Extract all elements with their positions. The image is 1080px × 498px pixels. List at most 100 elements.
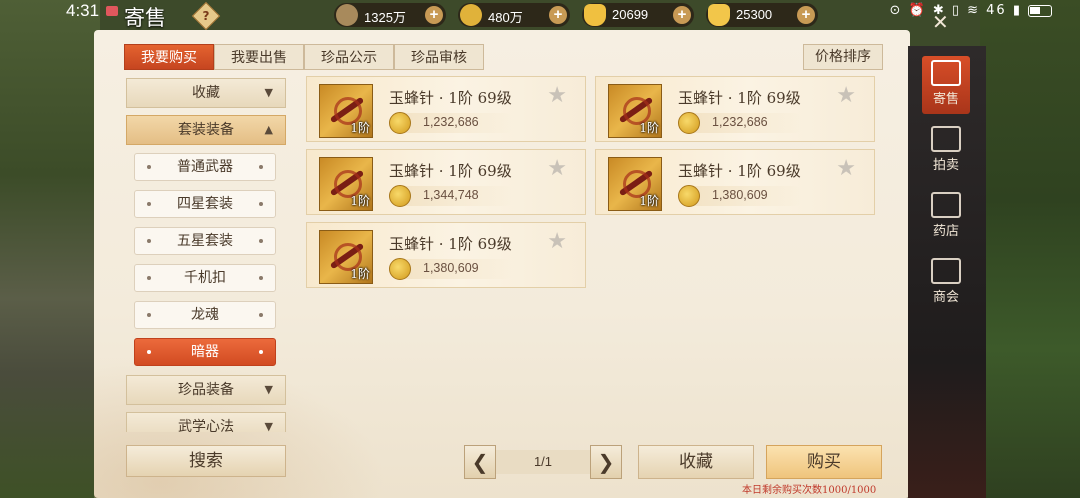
add-currency-button[interactable]: + [425, 6, 443, 24]
status-icons: ⊙ ⏰ ✱ ▯ ≋ 46 ▮ [889, 3, 1022, 18]
subcategory-qianji-buckle[interactable]: 千机扣 [134, 264, 276, 292]
category-sidebar: 收藏 ▼ 套装装备 ▲ 普通武器 四星套装 五星套装 千机扣 龙魂 暗器 珍品装… [124, 76, 286, 432]
tab-buy[interactable]: 我要购买 [124, 44, 214, 70]
category-set-equipment[interactable]: 套装装备 ▲ [126, 115, 286, 145]
category-martial-arts[interactable]: 武学心法 ▼ [126, 412, 286, 432]
add-currency-button[interactable]: + [549, 6, 567, 24]
gold-coin-icon [389, 258, 411, 280]
add-currency-button[interactable]: + [673, 6, 691, 24]
item-tier: 1阶 [350, 267, 370, 281]
item-card[interactable]: 1阶 玉蜂针 · 1阶 69级 1,380,609 ★ [306, 222, 586, 288]
nav-consignment[interactable]: 寄售 [922, 56, 970, 114]
item-price: 1,232,686 [678, 112, 804, 134]
currency-value: 20699 [612, 7, 649, 22]
item-price-value: 1,344,748 [423, 188, 479, 202]
item-thumbnail: 1阶 [319, 84, 373, 138]
currency-ingot-bound: 25300 + [706, 3, 818, 27]
page-indicator: 1/1 [496, 450, 590, 474]
chevron-up-icon: ▲ [264, 123, 273, 136]
status-time: 4:31 [66, 1, 100, 20]
item-name: 玉蜂针 · 1阶 69级 [389, 89, 512, 107]
item-card[interactable]: 1阶 玉蜂针 · 1阶 69级 1,232,686 ★ [595, 76, 875, 142]
item-card[interactable]: 1阶 玉蜂针 · 1阶 69级 1,380,609 ★ [595, 149, 875, 215]
item-thumbnail: 1阶 [608, 157, 662, 211]
currency-silver: 1325万 + [334, 3, 446, 27]
item-price: 1,380,609 [389, 258, 515, 280]
tab-sell[interactable]: 我要出售 [214, 44, 304, 70]
item-price-value: 1,232,686 [712, 115, 768, 129]
item-thumbnail: 1阶 [608, 84, 662, 138]
search-button[interactable]: 搜索 [126, 445, 286, 477]
subcategory-label: 四星套装 [177, 196, 233, 212]
item-price-value: 1,380,609 [712, 188, 768, 202]
currency-ingot: 20699 + [582, 3, 694, 27]
tab-treasure-review[interactable]: 珍品审核 [394, 44, 484, 70]
item-name: 玉蜂针 · 1阶 69级 [678, 89, 801, 107]
favorite-button[interactable]: 收藏 [638, 445, 754, 479]
item-tier: 1阶 [639, 194, 659, 208]
category-label: 珍品装备 [178, 382, 234, 398]
item-tier: 1阶 [350, 121, 370, 135]
tab-treasure-public[interactable]: 珍品公示 [304, 44, 394, 70]
gavel-icon [931, 126, 961, 152]
favorite-star-icon[interactable]: ★ [547, 229, 567, 254]
scale-icon [931, 192, 961, 218]
close-icon[interactable]: ✕ [932, 10, 949, 34]
consignment-icon [931, 60, 961, 86]
nav-label: 寄售 [932, 92, 959, 107]
background-scenery-right [980, 0, 1080, 498]
buy-button[interactable]: 购买 [766, 445, 882, 479]
subcategory-label: 普通武器 [177, 159, 233, 175]
favorite-star-icon[interactable]: ★ [547, 156, 567, 181]
item-card[interactable]: 1阶 玉蜂针 · 1阶 69级 1,232,686 ★ [306, 76, 586, 142]
right-nav: 寄售 拍卖 药店 商会 [908, 46, 986, 498]
item-thumbnail: 1阶 [319, 230, 373, 284]
item-thumbnail: 1阶 [319, 157, 373, 211]
item-price-value: 1,380,609 [423, 261, 479, 275]
subcategory-label: 五星套装 [177, 233, 233, 249]
subcategory-label: 龙魂 [191, 307, 219, 323]
item-name: 玉蜂针 · 1阶 69级 [389, 235, 512, 253]
nav-pharmacy[interactable]: 药店 [922, 188, 970, 246]
category-favorites[interactable]: 收藏 ▼ [126, 78, 286, 108]
notification-icon [106, 6, 118, 16]
favorite-star-icon[interactable]: ★ [836, 83, 856, 108]
nav-auction[interactable]: 拍卖 [922, 122, 970, 180]
gold-coin-icon [460, 4, 482, 26]
subcategory-label: 暗器 [191, 344, 219, 360]
item-card[interactable]: 1阶 玉蜂针 · 1阶 69级 1,344,748 ★ [306, 149, 586, 215]
category-label: 收藏 [192, 85, 220, 101]
favorite-star-icon[interactable]: ★ [836, 156, 856, 181]
gold-coin-icon [389, 185, 411, 207]
item-name: 玉蜂针 · 1阶 69级 [389, 162, 512, 180]
previous-page-button[interactable]: ❮ [464, 445, 496, 479]
item-price: 1,380,609 [678, 185, 804, 207]
subcategory-hidden-weapon[interactable]: 暗器 [134, 338, 276, 366]
item-tier: 1阶 [350, 194, 370, 208]
currency-value: 480万 [488, 10, 523, 25]
nav-label: 药店 [932, 224, 959, 239]
gold-coin-icon [678, 112, 700, 134]
add-currency-button[interactable]: + [797, 6, 815, 24]
favorite-star-icon[interactable]: ★ [547, 83, 567, 108]
coin-bag-icon [336, 4, 358, 26]
category-treasure-equipment[interactable]: 珍品装备 ▼ [126, 375, 286, 405]
currency-value: 25300 [736, 7, 773, 22]
item-price-value: 1,232,686 [423, 115, 479, 129]
gold-ingot-icon [708, 4, 730, 26]
chevron-down-icon: ▼ [264, 383, 273, 396]
currency-value: 1325万 [364, 10, 406, 25]
subcategory-normal-weapon[interactable]: 普通武器 [134, 153, 276, 181]
nav-label: 商会 [932, 290, 959, 305]
nav-guild-shop[interactable]: 商会 [922, 254, 970, 312]
subcategory-dragon-soul[interactable]: 龙魂 [134, 301, 276, 329]
subcategory-four-star-set[interactable]: 四星套装 [134, 190, 276, 218]
subcategory-five-star-set[interactable]: 五星套装 [134, 227, 276, 255]
chevron-down-icon: ▼ [264, 86, 273, 99]
item-tier: 1阶 [639, 121, 659, 135]
price-sort-button[interactable]: 价格排序 [803, 44, 883, 70]
currency-bar: 1325万 + 480万 + 20699 + 25300 + [334, 3, 820, 27]
next-page-button[interactable]: ❯ [590, 445, 622, 479]
currency-gold: 480万 + [458, 3, 570, 27]
gold-coin-icon [389, 112, 411, 134]
